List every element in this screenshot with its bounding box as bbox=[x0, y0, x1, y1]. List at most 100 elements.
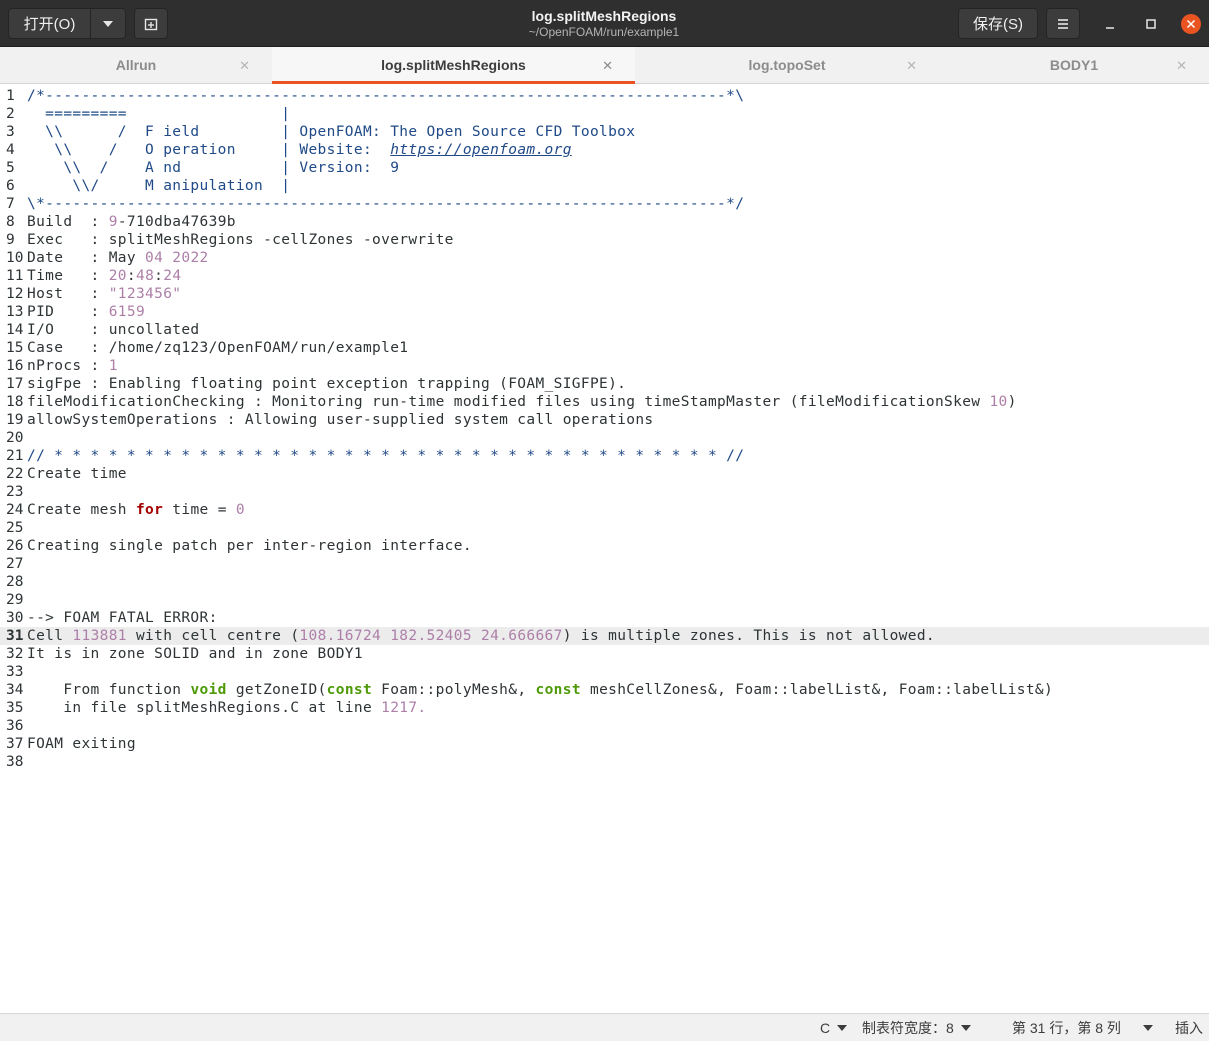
code-token: 10 bbox=[989, 394, 1008, 410]
code-line[interactable]: 17 sigFpe : Enabling floating point excep… bbox=[0, 375, 1209, 393]
code-line[interactable]: 1 /*-------------------------------------… bbox=[0, 87, 1209, 105]
open-recent-dropdown-button[interactable] bbox=[91, 9, 125, 38]
code-token: Create mesh bbox=[27, 502, 136, 518]
line-number: 17 bbox=[6, 376, 24, 392]
code-line[interactable]: 32 It is in zone SOLID and in zone BODY1 bbox=[0, 645, 1209, 663]
code-line[interactable]: 30 --> FOAM FATAL ERROR: bbox=[0, 609, 1209, 627]
line-number: 6 bbox=[6, 178, 15, 194]
close-tab-icon[interactable]: ✕ bbox=[602, 58, 613, 74]
code-line[interactable]: 13 PID : 6159 bbox=[0, 303, 1209, 321]
text-editor[interactable]: 1 /*-------------------------------------… bbox=[0, 85, 1209, 1013]
tab-log-toposet[interactable]: log.topoSet ✕ bbox=[635, 47, 939, 83]
line-number: 22 bbox=[6, 466, 24, 482]
minimize-button[interactable] bbox=[1099, 13, 1121, 35]
code-line[interactable]: 25 bbox=[0, 519, 1209, 537]
tab-log-splitmeshregions[interactable]: log.splitMeshRegions ✕ bbox=[272, 47, 635, 84]
line-number: 8 bbox=[6, 214, 15, 230]
code-line[interactable]: 21// * * * * * * * * * * * * * * * * * *… bbox=[0, 447, 1209, 465]
code-line[interactable]: 16 nProcs : 1 bbox=[0, 357, 1209, 375]
new-document-button[interactable] bbox=[134, 8, 168, 39]
code-line[interactable]: 36 bbox=[0, 717, 1209, 735]
line-number: 2 bbox=[6, 106, 15, 122]
tab-label: BODY1 bbox=[1049, 57, 1099, 73]
code-line[interactable]: 6 \\/ M anipulation | bbox=[0, 177, 1209, 195]
code-token: ) is multiple zones. This is not allowed… bbox=[562, 628, 935, 644]
code-token: sigFpe : Enabling floating point excepti… bbox=[27, 376, 627, 392]
code-line[interactable]: 5 \\ / A nd | Version: 9 bbox=[0, 159, 1209, 177]
line-number: 29 bbox=[6, 592, 24, 608]
line-text: fileModificationChecking : Monitoring ru… bbox=[27, 393, 1017, 411]
code-line[interactable]: 10 Date : May 04 2022 bbox=[0, 249, 1209, 267]
code-line[interactable]: 9 Exec : splitMeshRegions -cellZones -ove… bbox=[0, 231, 1209, 249]
code-line[interactable]: 14 I/O : uncollated bbox=[0, 321, 1209, 339]
code-line[interactable]: 11 Time : 20:48:24 bbox=[0, 267, 1209, 285]
tab-width-selector[interactable]: 制表符宽度：8 bbox=[862, 1014, 971, 1041]
language-selector[interactable]: C bbox=[820, 1014, 848, 1041]
close-window-button[interactable] bbox=[1180, 13, 1202, 35]
code-line[interactable]: 26 Creating single patch per inter-region… bbox=[0, 537, 1209, 555]
code-line[interactable]: 29 bbox=[0, 591, 1209, 609]
line-number: 16 bbox=[6, 358, 24, 374]
line-number: 26 bbox=[6, 538, 24, 554]
code-token: 24 bbox=[163, 268, 182, 284]
code-token: 1217. bbox=[381, 700, 427, 716]
code-line[interactable]: 7 \*-------------------------------------… bbox=[0, 195, 1209, 213]
line-number: 19 bbox=[6, 412, 24, 428]
code-line[interactable]: 31 Cell 113881 with cell centre (108.1672… bbox=[0, 627, 1209, 645]
tab-allrun[interactable]: Allrun ✕ bbox=[0, 47, 272, 83]
close-tab-icon[interactable]: ✕ bbox=[1176, 58, 1187, 74]
line-number: 3 bbox=[6, 124, 15, 140]
code-token: allowSystemOperations : Allowing user-su… bbox=[27, 412, 654, 428]
open-button[interactable]: 打开(O) bbox=[9, 9, 91, 38]
code-token: /*--------------------------------------… bbox=[27, 88, 745, 104]
code-token: \\ / F ield | OpenFOAM: The Open Source … bbox=[27, 124, 636, 140]
code-line[interactable]: 28 bbox=[0, 573, 1209, 591]
line-text: /*--------------------------------------… bbox=[27, 87, 744, 105]
line-text: sigFpe : Enabling floating point excepti… bbox=[27, 375, 626, 393]
code-line[interactable]: 33 bbox=[0, 663, 1209, 681]
menu-button[interactable] bbox=[1046, 8, 1080, 39]
code-token: with cell centre ( bbox=[126, 628, 300, 644]
code-token: 108.16724 182.52405 24.666667 bbox=[299, 628, 563, 644]
code-line[interactable]: 38 bbox=[0, 753, 1209, 771]
close-tab-icon[interactable]: ✕ bbox=[906, 58, 917, 74]
code-line[interactable]: 18 fileModificationChecking : Monitoring … bbox=[0, 393, 1209, 411]
cursor-position-label: 第 31 行，第 8 列 bbox=[1012, 1019, 1121, 1036]
code-line[interactable]: 15 Case : /home/zq123/OpenFOAM/run/exampl… bbox=[0, 339, 1209, 357]
code-line[interactable]: 2 ========= | bbox=[0, 105, 1209, 123]
url-link[interactable]: https://openfoam.org bbox=[390, 142, 572, 158]
code-line[interactable]: 27 bbox=[0, 555, 1209, 573]
line-number: 25 bbox=[6, 520, 24, 536]
code-line[interactable]: 8 Build : 9-710dba47639b bbox=[0, 213, 1209, 231]
maximize-button[interactable] bbox=[1140, 13, 1162, 35]
chevron-down-icon bbox=[837, 1024, 848, 1031]
code-line[interactable]: 3 \\ / F ield | OpenFOAM: The Open Sourc… bbox=[0, 123, 1209, 141]
code-line[interactable]: 12 Host : "123456" bbox=[0, 285, 1209, 303]
code-line[interactable]: 34 From function void getZoneID(const Fo… bbox=[0, 681, 1209, 699]
insert-mode-indicator[interactable]: 插入 bbox=[1175, 1014, 1203, 1041]
save-button[interactable]: 保存(S) bbox=[958, 8, 1038, 39]
line-text: From function void getZoneID(const Foam:… bbox=[27, 681, 1053, 699]
line-text: in file splitMeshRegions.C at line 1217. bbox=[27, 699, 427, 717]
code-line[interactable]: 20 bbox=[0, 429, 1209, 447]
code-line[interactable]: 23 bbox=[0, 483, 1209, 501]
code-token: meshCellZones&, Foam::labelList&, Foam::… bbox=[580, 682, 1054, 698]
close-tab-icon[interactable]: ✕ bbox=[239, 58, 250, 74]
code-token: const bbox=[326, 682, 373, 698]
line-number: 7 bbox=[6, 196, 15, 212]
line-text: I/O : uncollated bbox=[27, 321, 200, 339]
code-token: \*--------------------------------------… bbox=[27, 196, 745, 212]
tab-body1[interactable]: BODY1 ✕ bbox=[939, 47, 1209, 83]
line-text: Case : /home/zq123/OpenFOAM/run/example1 bbox=[27, 339, 408, 357]
code-line[interactable]: 37 FOAM exiting bbox=[0, 735, 1209, 753]
code-line[interactable]: 24 Create mesh for time = 0 bbox=[0, 501, 1209, 519]
code-token: FOAM exiting bbox=[27, 736, 136, 752]
code-token: Date : May bbox=[27, 250, 146, 266]
code-line[interactable]: 35 in file splitMeshRegions.C at line 12… bbox=[0, 699, 1209, 717]
tab-label: log.topoSet bbox=[748, 57, 826, 73]
code-line[interactable]: 4 \\ / O peration | Website: https://ope… bbox=[0, 141, 1209, 159]
code-line[interactable]: 19 allowSystemOperations : Allowing user-… bbox=[0, 411, 1209, 429]
cursor-position-selector[interactable]: 第 31 行，第 8 列 bbox=[1012, 1014, 1153, 1041]
code-line[interactable]: 22 Create time bbox=[0, 465, 1209, 483]
code-token: Case : /home/zq123/OpenFOAM/run/example1 bbox=[27, 340, 409, 356]
